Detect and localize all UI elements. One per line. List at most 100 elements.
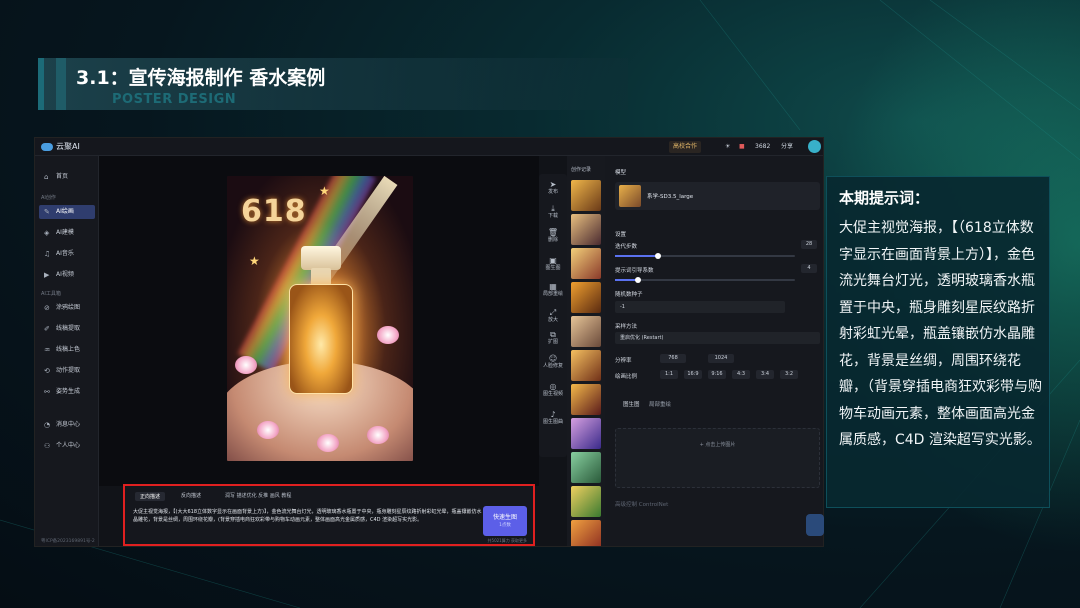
- model-name: 系学-SD3.5_large: [647, 194, 694, 200]
- home-icon: ⌂: [44, 173, 49, 181]
- credits-note: 共5021算力 获取更多: [487, 538, 527, 543]
- canvas-area: 618 ★ ★: [99, 156, 539, 486]
- app-logo[interactable]: 云聚AI: [41, 141, 80, 152]
- brush-icon: ✎: [44, 208, 50, 216]
- tab-img2img[interactable]: 图生图: [623, 400, 640, 408]
- sidebar-item-colorize[interactable]: ♒ 线稿上色: [39, 343, 95, 357]
- settings-label: 设置: [615, 232, 627, 238]
- upload-image-area[interactable]: + 点击上传图片: [615, 428, 820, 488]
- flower-icon: [235, 356, 257, 374]
- params-panel: 模型 系学-SD3.5_large 设置 迭代步数 28 提示词引导系数 4 随…: [605, 156, 823, 546]
- sidebar-item-profile[interactable]: ⚇ 个人中心: [39, 439, 95, 453]
- inpaint-button[interactable]: ▦ 局部重绘: [539, 283, 567, 298]
- steps-value[interactable]: 28: [801, 240, 817, 249]
- history-header: 创作记录: [571, 167, 592, 173]
- ratio-1-1[interactable]: 1:1: [660, 370, 678, 379]
- image-toolbar: ➤ 发布 ⤓ 下载 🗑 删除 ▣ 图生图 ▦ 局部重绘 ⤢ 放大 ⧉ 扩图 ☺ 人脸修复 ◎ 图生…: [539, 174, 567, 457]
- history-thumb[interactable]: [571, 418, 601, 449]
- outpaint-icon: ⧉: [550, 330, 556, 339]
- sidebar-item-lineart[interactable]: ✐ 线稿提取: [39, 322, 95, 336]
- sidebar-item-home[interactable]: ⌂ 首页: [39, 170, 95, 184]
- history-thumb[interactable]: [571, 452, 601, 483]
- expand-icon: ⤢: [549, 308, 557, 317]
- send-icon: ➤: [549, 180, 557, 189]
- history-thumb[interactable]: [571, 180, 601, 211]
- seed-input[interactable]: -1: [615, 301, 785, 313]
- resolution-label: 分辨率: [615, 358, 632, 364]
- history-thumb[interactable]: [571, 214, 601, 245]
- history-thumb[interactable]: [571, 520, 601, 546]
- sidebar-item-messages[interactable]: ◔ 消息中心: [39, 418, 95, 432]
- ratio-9-16[interactable]: 9:16: [708, 370, 726, 379]
- model-thumbnail: [619, 185, 641, 207]
- face-icon: ☺: [548, 354, 558, 363]
- steps-slider[interactable]: [615, 253, 795, 259]
- motion-icon: ⟲: [44, 367, 50, 375]
- history-thumb[interactable]: [571, 486, 601, 517]
- controlnet-label[interactable]: 高级控制 ControlNet: [615, 500, 668, 508]
- tab-negative-prompt[interactable]: 反向描述: [181, 492, 201, 499]
- history-thumb[interactable]: [571, 316, 601, 347]
- star-icon: ★: [249, 254, 260, 268]
- sidebar-item-ai-music[interactable]: ♫ AI音乐: [39, 247, 95, 261]
- slide-subtitle: POSTER DESIGN: [112, 92, 237, 107]
- generated-poster-image[interactable]: 618 ★ ★: [227, 176, 413, 461]
- app-screenshot: 云聚AI 高校合作 ☀ ■ 3682 分享 ⌂ 首页 AI创作 ✎ AI绘画 ◈ AI…: [34, 137, 824, 547]
- cfg-slider[interactable]: [615, 277, 795, 283]
- history-thumb[interactable]: [571, 248, 601, 279]
- video-icon: ▶: [44, 271, 50, 279]
- publish-button[interactable]: ➤ 发布: [539, 180, 567, 196]
- lineart-icon: ✐: [44, 325, 50, 333]
- ratio-4-3[interactable]: 4:3: [732, 370, 750, 379]
- upscale-button[interactable]: ⤢ 放大: [539, 308, 567, 324]
- assistant-bot-icon[interactable]: [806, 514, 824, 536]
- sidebar-item-ai-modeling[interactable]: ◈ AI建模: [39, 226, 95, 240]
- sidebar-item-ai-video[interactable]: ▶ AI视频: [39, 268, 95, 282]
- tab-positive-prompt[interactable]: 正向描述: [135, 492, 166, 501]
- gift-icon[interactable]: ■: [739, 142, 745, 152]
- history-thumb[interactable]: [571, 384, 601, 415]
- prompt-tools[interactable]: 润写 描述优化 反推 画风 教程: [225, 492, 291, 499]
- share-button[interactable]: 分享: [781, 142, 793, 152]
- sidebar-item-doodle[interactable]: ⊘ 涂鸦绘图: [39, 301, 95, 315]
- face-fix-button[interactable]: ☺ 人脸修复: [539, 354, 567, 370]
- sidebar-section-tools: AI工具箱: [41, 291, 61, 297]
- ratio-3-4[interactable]: 3:4: [756, 370, 774, 379]
- prompt-textarea[interactable]: 大促主视觉海报，【(大大618立体数字显示在画面背景上方)】，金色流光舞台灯光，…: [133, 508, 483, 524]
- prompt-tip-panel: 本期提示词： 大促主视觉海报，【（618立体数字显示在画面背景上方）】，金色流光…: [826, 176, 1050, 508]
- perfume-bottle: [289, 284, 353, 394]
- ratio-16-9[interactable]: 16:9: [684, 370, 702, 379]
- history-thumb[interactable]: [571, 350, 601, 381]
- avatar[interactable]: [808, 140, 821, 153]
- img2img-button[interactable]: ▣ 图生图: [539, 257, 567, 272]
- download-button[interactable]: ⤓ 下载: [539, 205, 567, 220]
- sidebar-item-ai-painting[interactable]: ✎ AI绘画: [39, 205, 95, 219]
- user-icon: ⚇: [44, 442, 51, 450]
- sidebar-item-motion[interactable]: ⟲ 动作提取: [39, 364, 95, 378]
- delete-button[interactable]: 🗑 删除: [539, 228, 567, 244]
- tip-body: 大促主视觉海报，【（618立体数字显示在画面背景上方）】，金色流光舞台灯光，透明…: [839, 220, 1042, 448]
- sampler-select[interactable]: 重启优化 (Restart): [615, 332, 820, 344]
- img2video-button[interactable]: ◎ 图生视频: [539, 383, 567, 398]
- height-input[interactable]: 1024: [708, 354, 734, 363]
- trash-icon: 🗑: [547, 228, 559, 237]
- model-label: 模型: [615, 170, 627, 176]
- history-thumb[interactable]: [571, 282, 601, 313]
- tab-inpaint[interactable]: 局部重绘: [649, 400, 671, 408]
- model-selector[interactable]: 系学-SD3.5_large: [615, 182, 820, 210]
- seed-label: 随机数种子: [615, 292, 643, 298]
- prompt-panel: 正向描述 反向描述 润写 描述优化 反推 画风 教程 大促主视觉海报，【(大大6…: [123, 484, 535, 546]
- steps-label: 迭代步数: [615, 244, 638, 250]
- star-icon: ★: [319, 184, 330, 198]
- generate-button[interactable]: 快速生图 1点数: [483, 506, 527, 536]
- music-icon: ♫: [44, 250, 51, 258]
- cfg-value[interactable]: 4: [801, 264, 817, 273]
- flower-icon: [317, 434, 339, 452]
- cooperate-button[interactable]: 高校合作: [669, 141, 702, 153]
- width-input[interactable]: 768: [660, 354, 686, 363]
- ratio-3-2[interactable]: 3:2: [780, 370, 798, 379]
- outpaint-button[interactable]: ⧉ 扩图: [539, 330, 567, 346]
- sidebar-item-pose[interactable]: ⚯ 姿势生成: [39, 385, 95, 399]
- sun-icon[interactable]: ☀: [725, 142, 730, 152]
- img2music-button[interactable]: ♪ 图生图曲: [539, 411, 567, 426]
